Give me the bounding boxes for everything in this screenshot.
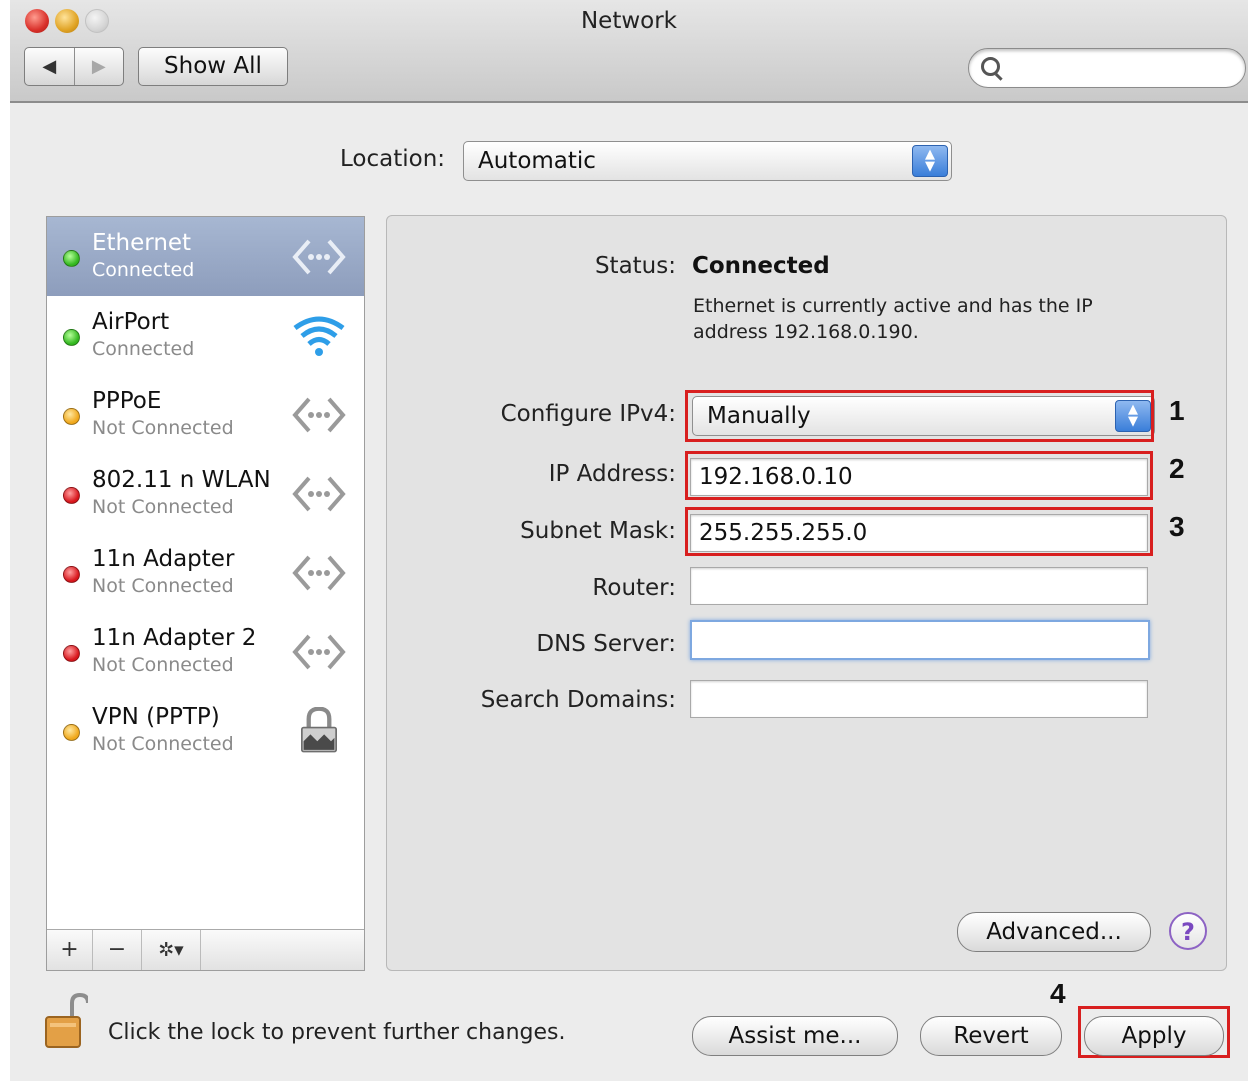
status-value: Connected [692, 253, 830, 279]
service-status: Connected [92, 338, 195, 360]
advanced-button[interactable]: Advanced... [957, 912, 1151, 952]
service-name: 802.11 n WLAN [92, 467, 271, 493]
window-title: Network [580, 8, 678, 34]
service-status: Not Connected [92, 575, 234, 597]
service-item-pppoe[interactable]: PPPoE Not Connected [47, 375, 364, 454]
service-status: Connected [92, 259, 195, 281]
status-dot-green-icon [63, 250, 80, 267]
router-input[interactable] [691, 568, 1147, 604]
ethernet-icon [292, 476, 346, 512]
service-name: PPPoE [92, 388, 162, 414]
highlight-box-subnet [685, 507, 1153, 556]
step-number-3: 3 [1169, 511, 1185, 542]
service-name: Ethernet [92, 230, 192, 256]
status-description: Ethernet is currently active and has the… [693, 295, 1093, 343]
location-label: Location: [340, 146, 446, 172]
service-item-11n-adapter[interactable]: 11n Adapter Not Connected [47, 533, 364, 612]
service-name: VPN (PPTP) [92, 704, 220, 730]
ethernet-icon [292, 555, 346, 591]
ip-address-label: IP Address: [548, 461, 676, 487]
service-name: AirPort [92, 309, 170, 335]
network-preferences-window: Network ◀ ▶ Show All Location: Automatic… [10, 0, 1248, 1081]
apply-button[interactable]: Apply [1084, 1016, 1224, 1056]
highlight-box-configure [685, 390, 1154, 442]
popup-arrows-icon: ▲ ▼ [912, 145, 948, 177]
service-item-11n-adapter-2[interactable]: 11n Adapter 2 Not Connected [47, 612, 364, 691]
service-name: 11n Adapter [92, 546, 235, 572]
search-domains-label: Search Domains: [480, 687, 676, 713]
search-icon [981, 57, 1000, 76]
lock-message: Click the lock to prevent further change… [108, 1020, 566, 1045]
step-number-2: 2 [1169, 453, 1185, 484]
router-label: Router: [592, 575, 676, 601]
action-gear-button[interactable]: ✲▾ [142, 930, 201, 970]
step-number-4: 4 [1050, 978, 1066, 1009]
forward-button[interactable]: ▶ [73, 48, 124, 85]
service-name: 11n Adapter 2 [92, 625, 257, 651]
ethernet-icon [292, 634, 346, 670]
status-dot-red-icon [63, 645, 80, 662]
remove-service-button[interactable]: − [93, 930, 142, 970]
service-status: Not Connected [92, 496, 234, 518]
service-item-80211n-wlan[interactable]: 802.11 n WLAN Not Connected [47, 454, 364, 533]
status-dot-yellow-icon [63, 408, 80, 425]
search-input[interactable] [1009, 55, 1233, 81]
service-status: Not Connected [92, 417, 234, 439]
configure-ipv4-label: Configure IPv4: [500, 401, 676, 427]
highlight-box-ip [685, 451, 1153, 500]
status-dot-yellow-icon [63, 724, 80, 741]
service-status: Not Connected [92, 733, 234, 755]
router-field[interactable] [690, 567, 1148, 605]
service-list-toolbar: + − ✲▾ [47, 929, 364, 970]
assist-me-button[interactable]: Assist me... [692, 1016, 898, 1056]
ethernet-icon [292, 397, 346, 433]
lock-icon[interactable] [44, 993, 88, 1049]
dns-server-label: DNS Server: [536, 631, 676, 657]
search-field[interactable] [968, 48, 1246, 88]
back-forward-control: ◀ ▶ [24, 47, 124, 86]
dns-server-input[interactable] [692, 622, 1148, 658]
service-status: Not Connected [92, 654, 234, 676]
service-list: Ethernet Connected AirPort Connected PPP… [46, 216, 365, 971]
status-dot-green-icon [63, 329, 80, 346]
subnet-mask-label: Subnet Mask: [520, 518, 676, 544]
service-item-vpn-pptp[interactable]: VPN (PPTP) Not Connected [47, 691, 364, 770]
status-dot-red-icon [63, 487, 80, 504]
help-button[interactable]: ? [1169, 912, 1207, 950]
step-number-1: 1 [1169, 395, 1185, 426]
show-all-button[interactable]: Show All [138, 47, 288, 86]
service-item-airport[interactable]: AirPort Connected [47, 296, 364, 375]
wifi-icon [293, 316, 345, 356]
location-popup[interactable]: Automatic ▲ ▼ [463, 141, 952, 181]
add-service-button[interactable]: + [47, 930, 93, 970]
back-button[interactable]: ◀ [25, 48, 74, 85]
toolbar: Network ◀ ▶ Show All [10, 0, 1248, 103]
dns-server-field[interactable] [690, 620, 1150, 660]
status-dot-red-icon [63, 566, 80, 583]
location-value: Automatic [478, 148, 596, 174]
status-label: Status: [594, 253, 676, 279]
search-domains-input[interactable] [691, 681, 1147, 717]
revert-button[interactable]: Revert [920, 1016, 1062, 1056]
search-domains-field[interactable] [690, 680, 1148, 718]
ethernet-icon [292, 239, 346, 275]
vpn-lock-icon [301, 707, 337, 753]
service-item-ethernet[interactable]: Ethernet Connected [47, 217, 364, 296]
